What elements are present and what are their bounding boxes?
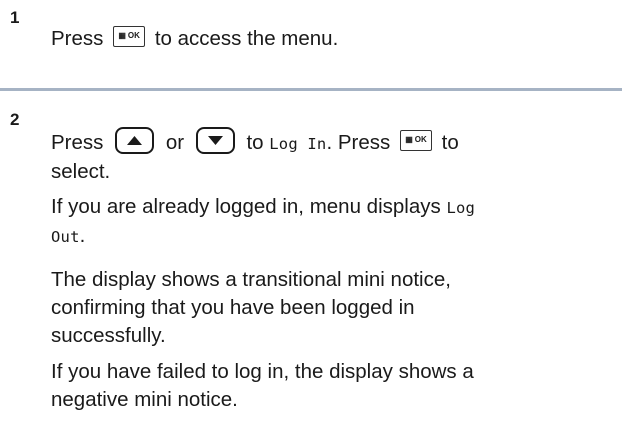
- failure-notice-text: If you have failed to log in, the displa…: [51, 360, 474, 411]
- step-number: 2: [10, 110, 20, 129]
- step-text: Press ▦ OK to access the menu.: [51, 26, 339, 50]
- menu-item-log-in: Log In: [269, 135, 327, 153]
- down-arrow-key-icon: [195, 127, 235, 155]
- up-arrow-key-icon: [115, 127, 155, 155]
- step-divider: [0, 88, 622, 91]
- menu-ok-key-icon: ▦ OK: [399, 130, 432, 152]
- already-logged-in-note: If you are already logged in, menu displ…: [51, 195, 476, 247]
- success-notice-text: The display shows a transitional mini no…: [51, 268, 451, 347]
- step-instruction: Press or to Log In. Press ▦ OK to select.: [51, 127, 611, 186]
- step-number: 1: [10, 8, 20, 27]
- menu-ok-key-icon: ▦ OK: [113, 26, 146, 48]
